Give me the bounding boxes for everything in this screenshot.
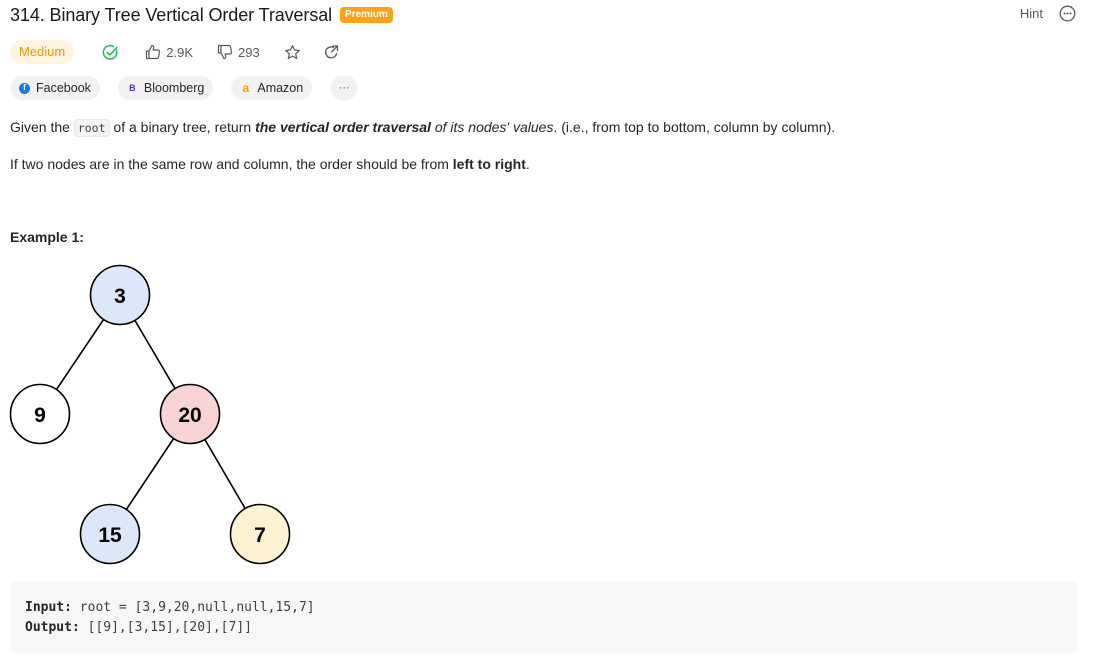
more-companies-button[interactable]: ··· — [330, 76, 359, 100]
tree-edges — [39, 294, 261, 535]
description-paragraph-2: If two nodes are in the same row and col… — [10, 154, 530, 174]
problem-title: 314. Binary Tree Vertical Order Traversa… — [10, 4, 333, 25]
text: If two nodes are in the same row and col… — [10, 156, 453, 172]
output-value: [[9],[3,15],[20],[7]] — [87, 620, 252, 635]
thumbs-down-icon — [217, 44, 233, 60]
node-value: 20 — [178, 404, 201, 427]
company-tag-amazon[interactable]: a Amazon — [231, 76, 313, 100]
text: of a binary tree, return — [109, 119, 256, 135]
company-name: Bloomberg — [143, 81, 205, 95]
bold-text: left to right — [452, 156, 526, 172]
facebook-logo-icon: f — [19, 82, 30, 94]
share-icon[interactable] — [323, 44, 340, 61]
favorite-star-icon[interactable] — [284, 44, 301, 61]
italic-text: of its nodes' values — [430, 119, 554, 135]
inline-code-root: root — [73, 119, 110, 137]
input-value: root = [3,9,20,null,null,15,7] — [79, 600, 315, 615]
bloomberg-logo-icon: B — [129, 83, 136, 93]
node-value: 3 — [114, 285, 126, 308]
company-tag-bloomberg[interactable]: B Bloomberg — [117, 76, 214, 100]
description-paragraph-1: Given the root of a binary tree, return … — [10, 117, 835, 138]
node-value: 15 — [98, 524, 122, 547]
example-input-line: Input: root = [3,9,20,null,null,15,7] — [25, 598, 1063, 618]
header-actions: Hint — [1020, 5, 1076, 22]
thumbs-up-icon — [146, 44, 161, 60]
text: . (i.e., from top to bottom, column by c… — [553, 119, 836, 135]
example-io-block: Input: root = [3,9,20,null,null,15,7] Ou… — [10, 581, 1078, 653]
text: . — [525, 156, 530, 172]
solved-check-icon — [102, 44, 119, 61]
company-name: Facebook — [36, 81, 91, 95]
like-button[interactable]: 2.9K — [145, 44, 193, 60]
amazon-logo-icon: a — [242, 81, 250, 95]
company-tag-facebook[interactable]: f Facebook — [10, 76, 100, 100]
likes-count: 2.9K — [166, 44, 193, 60]
tree-node-20: 20 — [159, 383, 221, 445]
tree-node-3: 3 — [89, 264, 151, 326]
input-label: Input: — [25, 600, 72, 615]
tree-node-15: 15 — [79, 503, 141, 565]
tree-node-7: 7 — [229, 503, 291, 565]
premium-badge: Premium — [340, 7, 393, 23]
title-row: 314. Binary Tree Vertical Order Traversa… — [10, 4, 393, 26]
difficulty-badge: Medium — [10, 40, 75, 64]
example-output-line: Output: [[9],[3,15],[20],[7]] — [25, 618, 1063, 638]
meta-row: Medium 2.9K 293 — [10, 40, 340, 64]
emphasis-text: the vertical order traversal — [255, 119, 431, 135]
output-label: Output: — [25, 620, 80, 635]
binary-tree-diagram: 3 9 20 15 7 — [9, 264, 291, 565]
node-value: 7 — [254, 524, 266, 547]
more-options-icon[interactable] — [1059, 5, 1076, 22]
company-tags: f Facebook B Bloomberg a Amazon ··· — [10, 76, 359, 100]
hint-button[interactable]: Hint — [1020, 6, 1043, 21]
dislike-button[interactable]: 293 — [217, 44, 260, 60]
dislikes-count: 293 — [238, 44, 260, 60]
example-title: Example 1: — [10, 229, 84, 245]
tree-node-9: 9 — [9, 383, 71, 445]
node-value: 9 — [34, 404, 46, 427]
company-name: Amazon — [257, 81, 304, 95]
text: Given the — [10, 119, 74, 135]
